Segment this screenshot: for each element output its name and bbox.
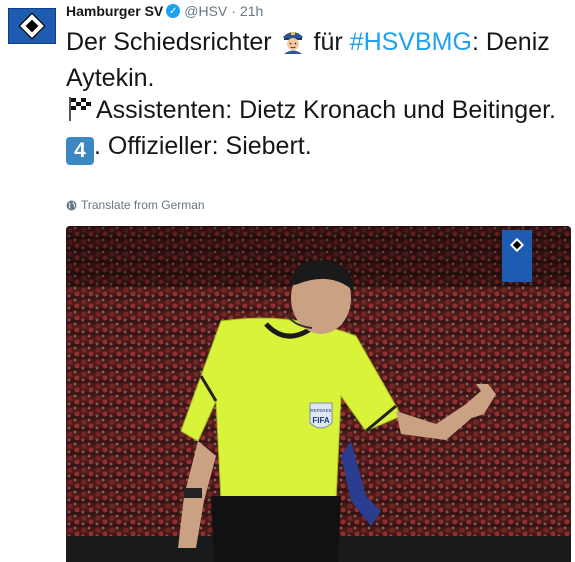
text-segment: für bbox=[313, 28, 350, 56]
text-segment: . Offizieller: Siebert. bbox=[94, 132, 312, 160]
tweet-line-3: 4. Offizieller: Siebert. bbox=[66, 130, 571, 165]
tweet-line-2: Assistenten: Dietz Kronach und Beitinger… bbox=[66, 94, 571, 130]
tweet-text: Der Schiedsrichter für #HSVBMG: Deniz Ay… bbox=[66, 26, 571, 165]
globe-icon bbox=[66, 200, 77, 210]
badge-fifa: FIFA bbox=[312, 416, 330, 425]
avatar[interactable] bbox=[8, 8, 56, 44]
text-segment: Der Schiedsrichter bbox=[66, 28, 272, 56]
keycap-4-emoji: 4 bbox=[66, 137, 94, 165]
referee-photo: REFEREE FIFA bbox=[66, 226, 571, 562]
verified-icon: ✓ bbox=[166, 4, 181, 18]
tweet-header: Hamburger SV ✓ @HSV · 21h bbox=[66, 2, 263, 20]
author-handle[interactable]: @HSV bbox=[184, 3, 227, 19]
separator: · bbox=[231, 3, 236, 19]
author-name[interactable]: Hamburger SV bbox=[66, 3, 163, 19]
hsv-diamond-logo bbox=[18, 12, 46, 40]
text-segment: Assistenten: Dietz Kronach und Beitinger… bbox=[96, 96, 556, 124]
checkered-flag-emoji bbox=[66, 94, 96, 130]
tweet-line-1: Der Schiedsrichter für #HSVBMG: Deniz Ay… bbox=[66, 26, 571, 94]
timestamp[interactable]: 21h bbox=[240, 3, 263, 19]
badge-top: REFEREE bbox=[310, 408, 331, 413]
translate-label: Translate from German bbox=[81, 198, 205, 212]
tweet-photo[interactable]: REFEREE FIFA bbox=[66, 226, 571, 562]
hashtag-link[interactable]: #HSVBMG bbox=[350, 28, 472, 56]
translate-link[interactable]: Translate from German bbox=[66, 198, 205, 212]
police-officer-emoji bbox=[279, 26, 307, 62]
